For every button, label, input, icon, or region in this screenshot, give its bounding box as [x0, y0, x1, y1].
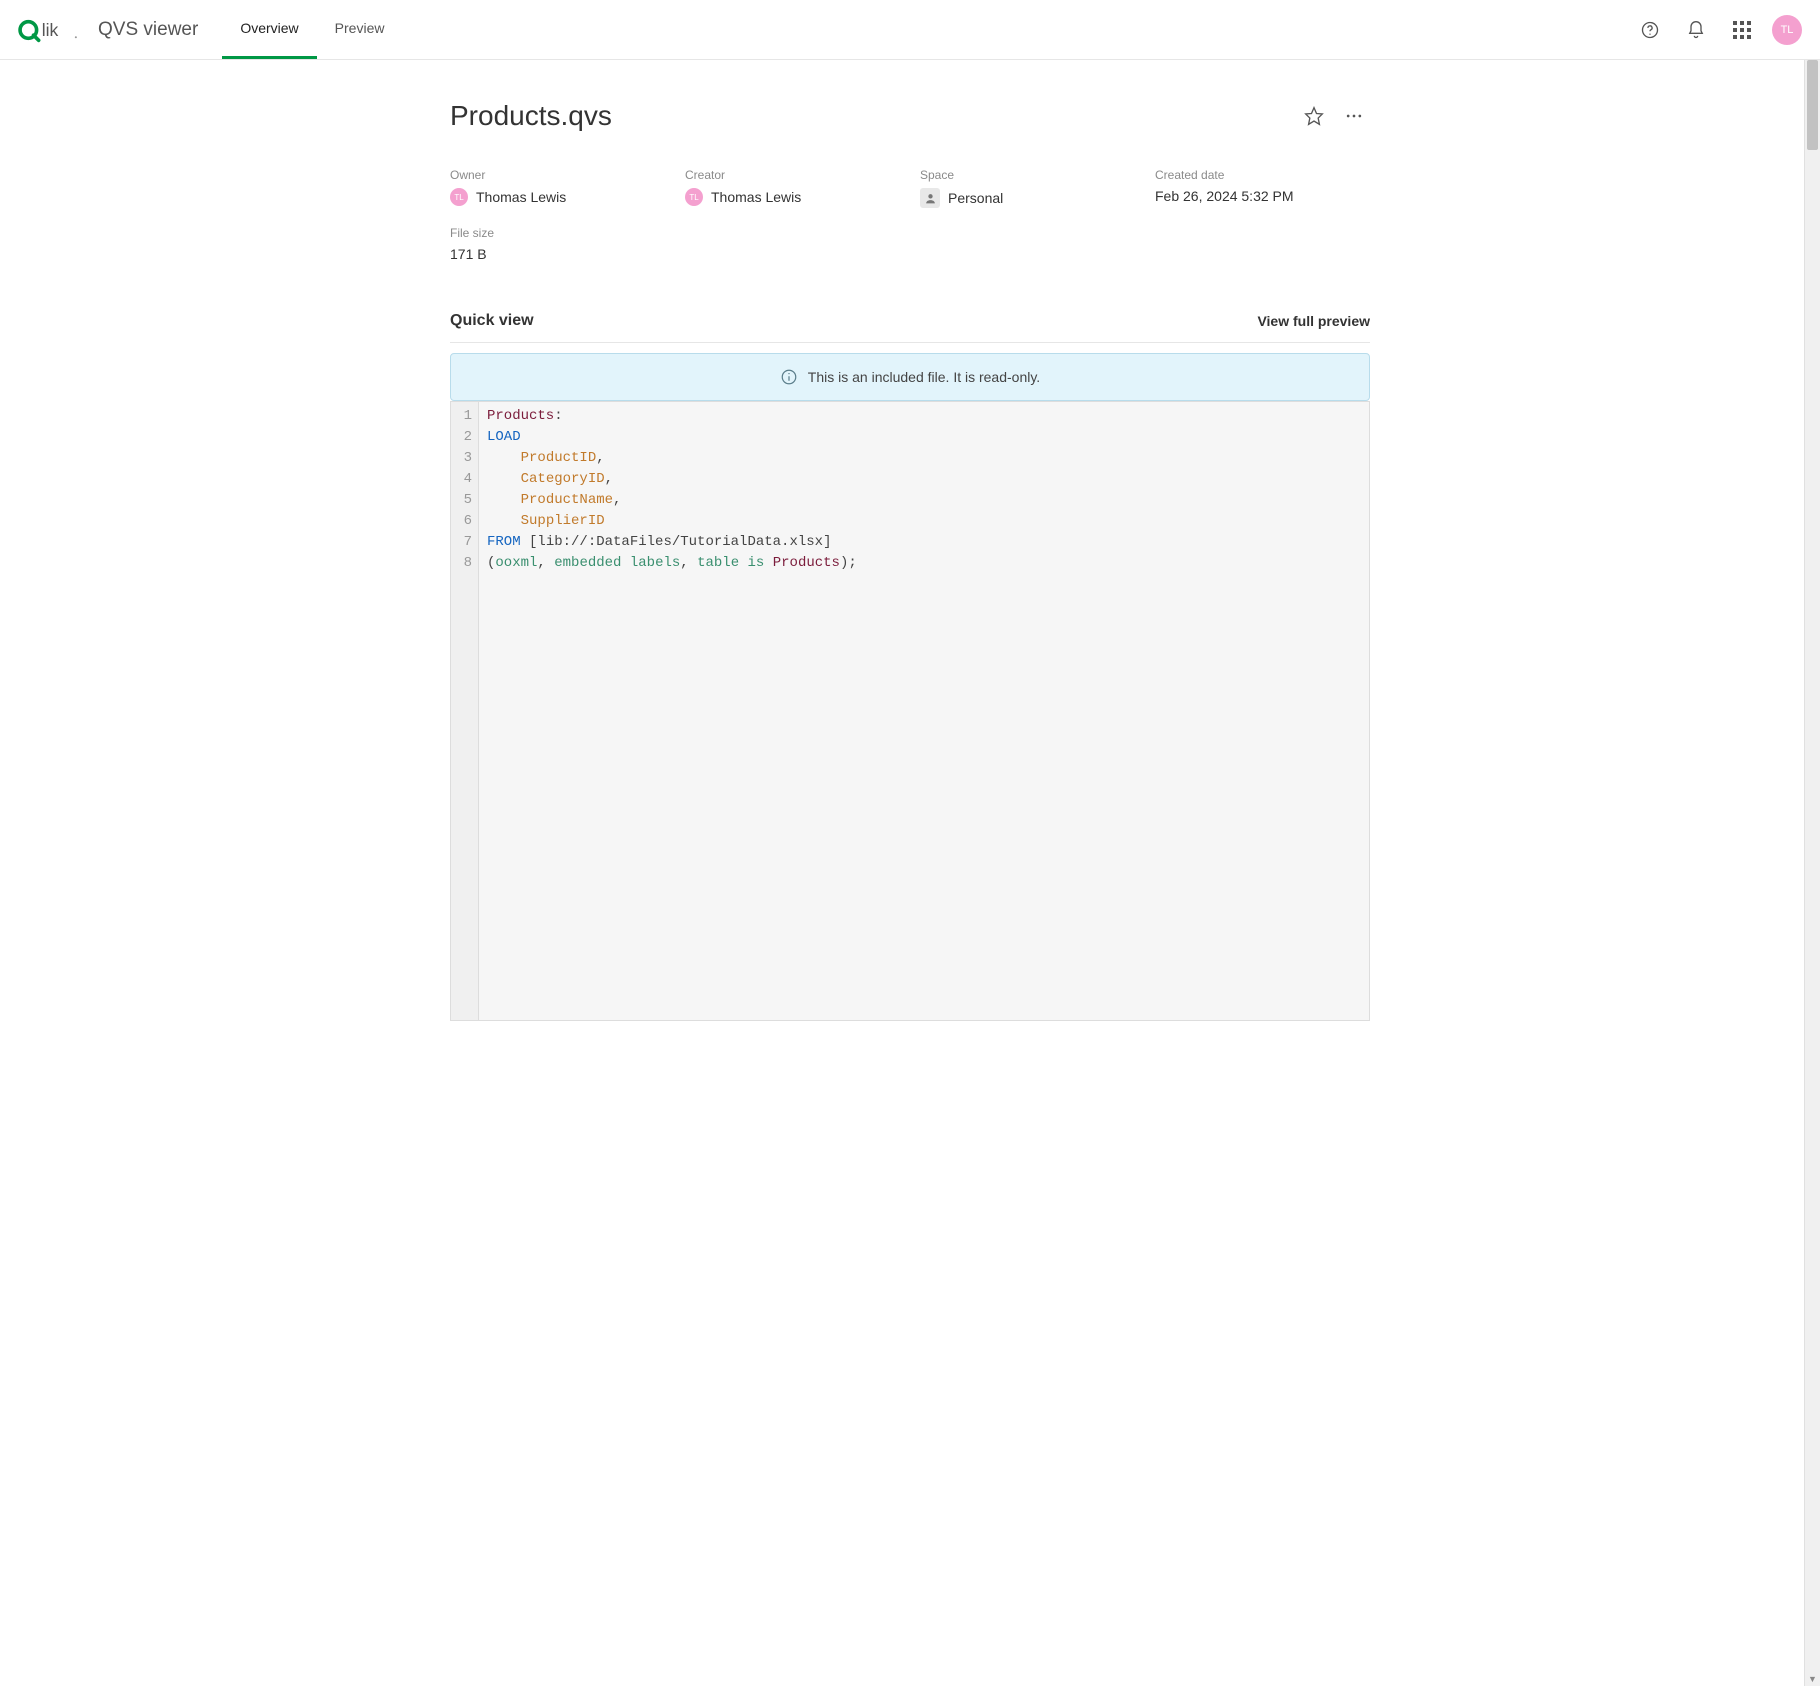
quickview-title: Quick view — [450, 312, 534, 330]
line-number: 6 — [461, 511, 472, 532]
creator-name: Thomas Lewis — [711, 189, 801, 205]
content: Products.qvs Owner TL Thomas Lewis Creat… — [450, 60, 1370, 1051]
creator-avatar-icon: TL — [685, 188, 703, 206]
code-line: FROM [lib://:DataFiles/TutorialData.xlsx… — [487, 532, 1361, 553]
meta-owner-label: Owner — [450, 168, 665, 182]
filesize-value: 171 B — [450, 246, 1370, 262]
code-line: (ooxml, embedded labels, table is Produc… — [487, 553, 1361, 574]
line-number: 8 — [461, 553, 472, 574]
banner-text: This is an included file. It is read-onl… — [808, 369, 1040, 385]
view-full-preview-link[interactable]: View full preview — [1257, 313, 1370, 329]
space-name: Personal — [948, 190, 1003, 206]
line-number: 2 — [461, 427, 472, 448]
apps-grid-icon[interactable] — [1726, 14, 1758, 46]
page-title: Products.qvs — [450, 100, 612, 132]
meta-owner: Owner TL Thomas Lewis — [450, 168, 665, 208]
tabs: Overview Preview — [222, 0, 402, 59]
line-number: 4 — [461, 469, 472, 490]
line-number: 7 — [461, 532, 472, 553]
info-icon — [780, 368, 798, 386]
meta-creator: Creator TL Thomas Lewis — [685, 168, 900, 208]
scroll-down-arrow-icon[interactable]: ▼ — [1805, 1672, 1820, 1686]
more-icon[interactable] — [1338, 100, 1370, 132]
owner-avatar-icon: TL — [450, 188, 468, 206]
star-icon[interactable] — [1298, 100, 1330, 132]
code-line: LOAD — [487, 427, 1361, 448]
tab-preview[interactable]: Preview — [317, 0, 403, 59]
line-number: 3 — [461, 448, 472, 469]
meta-space: Space Personal — [920, 168, 1135, 208]
code-line: ProductName, — [487, 490, 1361, 511]
line-number: 1 — [461, 406, 472, 427]
line-gutter: 12345678 — [451, 402, 479, 1020]
code-line: SupplierID — [487, 511, 1361, 532]
avatar[interactable]: TL — [1772, 15, 1802, 45]
meta-creator-label: Creator — [685, 168, 900, 182]
code-preview: 12345678 Products:LOAD ProductID, Catego… — [450, 401, 1370, 1021]
owner-name: Thomas Lewis — [476, 189, 566, 205]
line-number: 5 — [461, 490, 472, 511]
meta-created-label: Created date — [1155, 168, 1370, 182]
code-line: Products: — [487, 406, 1361, 427]
bell-icon[interactable] — [1680, 14, 1712, 46]
topbar: lik QVS viewer Overview Preview TL — [0, 0, 1820, 60]
scrollbar-thumb[interactable] — [1807, 60, 1818, 150]
code-line: CategoryID, — [487, 469, 1361, 490]
code-line: ProductID, — [487, 448, 1361, 469]
tab-overview[interactable]: Overview — [222, 0, 316, 59]
vertical-scrollbar[interactable]: ▲ ▼ — [1804, 60, 1820, 1686]
topbar-actions: TL — [1634, 14, 1802, 46]
app-title: QVS viewer — [98, 19, 198, 41]
meta-filesize-label: File size — [450, 226, 1370, 240]
help-icon[interactable] — [1634, 14, 1666, 46]
code-body: Products:LOAD ProductID, CategoryID, Pro… — [479, 402, 1369, 1020]
meta-filesize: File size 171 B — [450, 226, 1370, 262]
created-value: Feb 26, 2024 5:32 PM — [1155, 188, 1370, 204]
info-banner: This is an included file. It is read-onl… — [450, 353, 1370, 401]
qlik-logo[interactable]: lik — [18, 15, 80, 45]
meta-space-label: Space — [920, 168, 1135, 182]
svg-text:lik: lik — [42, 20, 59, 40]
person-icon — [920, 188, 940, 208]
meta-created: Created date Feb 26, 2024 5:32 PM — [1155, 168, 1370, 208]
